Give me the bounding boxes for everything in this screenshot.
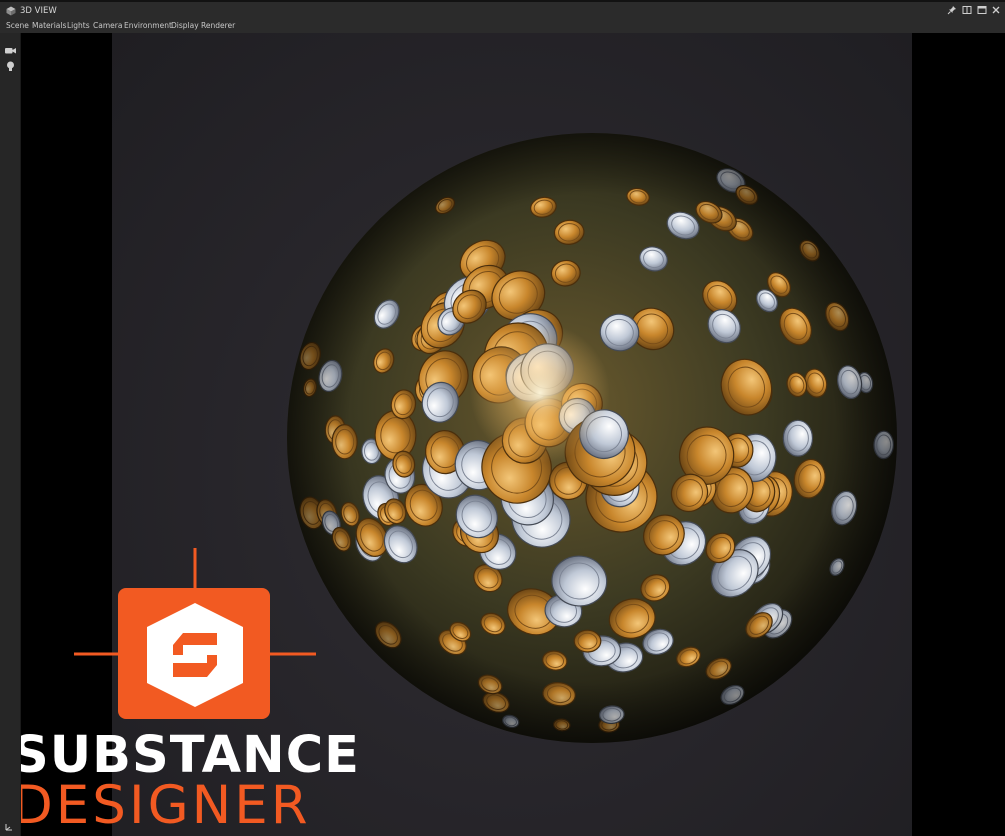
title-bar: 3D VIEW bbox=[0, 0, 1005, 19]
window-title: 3D VIEW bbox=[20, 6, 57, 16]
close-icon[interactable] bbox=[991, 5, 1001, 15]
video-camera-icon[interactable] bbox=[4, 44, 17, 57]
cube-icon bbox=[6, 6, 16, 16]
pin-icon[interactable] bbox=[947, 5, 957, 15]
menu-materials[interactable]: Materials bbox=[32, 20, 66, 32]
menu-scene[interactable]: Scene bbox=[6, 20, 29, 32]
render-area[interactable] bbox=[112, 33, 912, 836]
menu-renderer[interactable]: Renderer bbox=[201, 20, 235, 32]
menu-bar: Scene Materials Lights Camera Environmen… bbox=[0, 19, 1005, 33]
lightbulb-icon[interactable] bbox=[4, 60, 17, 73]
logo-line-2: DESIGNER bbox=[21, 775, 311, 836]
menu-lights[interactable]: Lights bbox=[67, 20, 90, 32]
viewport-toolbar bbox=[0, 33, 21, 836]
menu-display[interactable]: Display bbox=[171, 20, 199, 32]
3d-viewport[interactable]: SUBSTANCE DESIGNER bbox=[21, 33, 1005, 836]
menu-camera[interactable]: Camera bbox=[93, 20, 122, 32]
menu-environment[interactable]: Environment bbox=[124, 20, 172, 32]
axis-gizmo-icon bbox=[5, 824, 12, 831]
maximize-icon[interactable] bbox=[977, 5, 987, 15]
coin-sphere-render bbox=[287, 133, 897, 743]
split-view-icon[interactable] bbox=[962, 5, 972, 15]
